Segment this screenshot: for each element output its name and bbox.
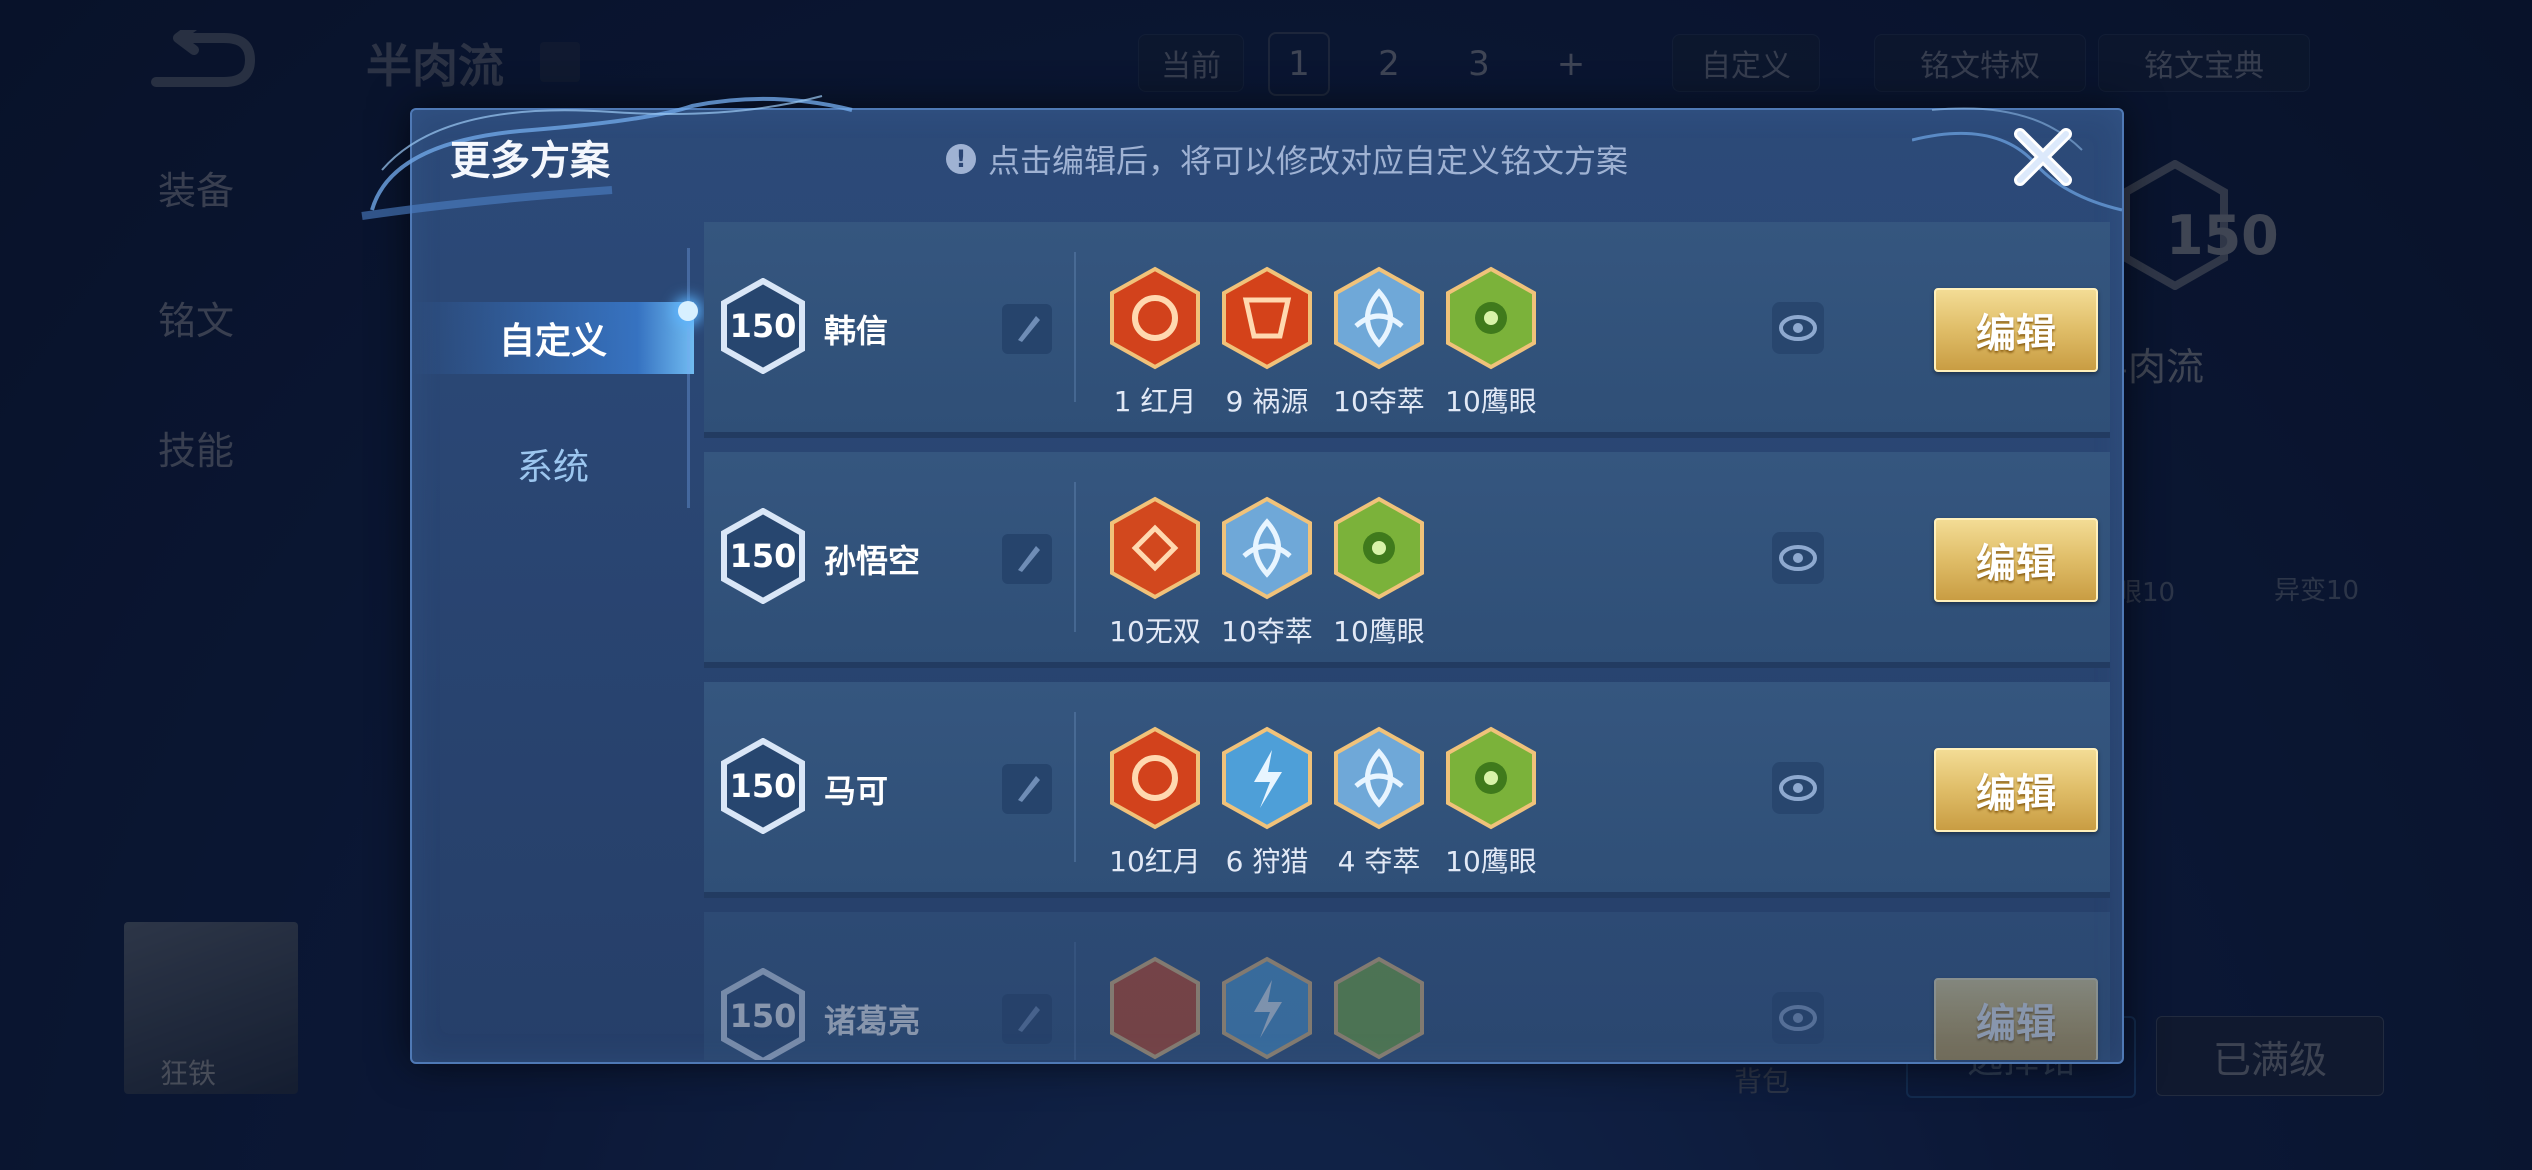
plan-list[interactable]: 150 韩信 1 红月 9 祸源 10夺萃 10鹰眼 编辑 150 孙悟空 10… xyxy=(704,222,2110,1060)
rune-count-label: 4 夺萃 xyxy=(1337,845,1421,878)
eye-icon[interactable] xyxy=(1772,992,1824,1044)
rune-icon xyxy=(1110,956,1200,1060)
hunt-rune-icon xyxy=(1222,956,1312,1060)
hawkeye-rune-icon xyxy=(1446,266,1536,370)
rename-button[interactable] xyxy=(1002,304,1052,354)
rune-count-label: 10红月 xyxy=(1109,845,1201,878)
plunder-rune-icon xyxy=(1222,496,1312,600)
plunder-rune-icon xyxy=(1334,266,1424,370)
rune-count-label: 10鹰眼 xyxy=(1445,845,1537,878)
plan-category-nav: 自定义 系统 xyxy=(412,222,694,1060)
divider xyxy=(1074,482,1076,632)
rune-count-label: 9 祸源 xyxy=(1225,385,1309,418)
rune-count-label: 10夺萃 xyxy=(1221,615,1313,648)
divider xyxy=(1074,942,1076,1060)
divider xyxy=(1074,252,1076,402)
red-moon-rune-icon xyxy=(1110,726,1200,830)
active-indicator xyxy=(678,301,698,321)
edit-button[interactable]: 编辑 xyxy=(1934,978,2098,1060)
plan-hero-name: 韩信 xyxy=(824,312,889,350)
tab-system[interactable]: 系统 xyxy=(412,428,694,500)
hawkeye-rune-icon xyxy=(1446,726,1536,830)
nav-divider xyxy=(687,248,690,508)
edit-button[interactable]: 编辑 xyxy=(1934,288,2098,372)
calamity-rune-icon xyxy=(1222,266,1312,370)
rename-button[interactable] xyxy=(1002,994,1052,1044)
decorative-swirl xyxy=(361,95,853,220)
plan-row[interactable]: 150 韩信 1 红月 9 祸源 10夺萃 10鹰眼 编辑 xyxy=(704,222,2110,438)
peerless-rune-icon xyxy=(1110,496,1200,600)
rune-count-label: 10夺萃 xyxy=(1333,385,1425,418)
plan-row[interactable]: 150 诸葛亮 编辑 xyxy=(704,912,2110,1060)
rune-count-label: 1 红月 xyxy=(1113,385,1197,418)
rune-count-label: 10无双 xyxy=(1109,615,1201,648)
hunt-rune-icon xyxy=(1222,726,1312,830)
red-moon-rune-icon xyxy=(1110,266,1200,370)
eye-icon[interactable] xyxy=(1772,532,1824,584)
info-icon: ! xyxy=(946,144,976,174)
edit-button[interactable]: 编辑 xyxy=(1934,518,2098,602)
hint-label: 点击编辑后，将可以修改对应自定义铭文方案 xyxy=(988,142,1629,180)
plan-level: 150 xyxy=(729,307,797,345)
divider xyxy=(1074,712,1076,862)
rune-count-label: 10鹰眼 xyxy=(1445,385,1537,418)
close-icon[interactable] xyxy=(2010,124,2076,190)
hint-text: ! 点击编辑后，将可以修改对应自定义铭文方案 xyxy=(946,136,1628,182)
plan-level: 150 xyxy=(729,537,797,575)
rename-button[interactable] xyxy=(1002,534,1052,584)
plan-level: 150 xyxy=(729,767,797,805)
plan-row[interactable]: 150 孙悟空 10无双 10夺萃 10鹰眼 编辑 xyxy=(704,452,2110,668)
dialog-title: 更多方案 xyxy=(450,138,610,184)
plan-hero-name: 马可 xyxy=(824,772,889,810)
rune-icon xyxy=(1334,956,1424,1060)
plan-row[interactable]: 150 马可 10红月 6 狩猎 4 夺萃 10鹰眼 编辑 xyxy=(704,682,2110,898)
eye-icon[interactable] xyxy=(1772,302,1824,354)
plunder-rune-icon xyxy=(1334,726,1424,830)
plan-hero-name: 诸葛亮 xyxy=(824,1002,921,1040)
plan-level: 150 xyxy=(729,997,797,1035)
edit-button[interactable]: 编辑 xyxy=(1934,748,2098,832)
rune-count-label: 10鹰眼 xyxy=(1333,615,1425,648)
hawkeye-rune-icon xyxy=(1334,496,1424,600)
eye-icon[interactable] xyxy=(1772,762,1824,814)
plan-hero-name: 孙悟空 xyxy=(824,542,921,580)
rune-count-label: 6 狩猎 xyxy=(1225,845,1309,878)
more-plans-dialog: 更多方案 ! 点击编辑后，将可以修改对应自定义铭文方案 自定义 系统 150 韩… xyxy=(361,95,2124,1064)
tab-custom[interactable]: 自定义 xyxy=(412,302,694,374)
rename-button[interactable] xyxy=(1002,764,1052,814)
